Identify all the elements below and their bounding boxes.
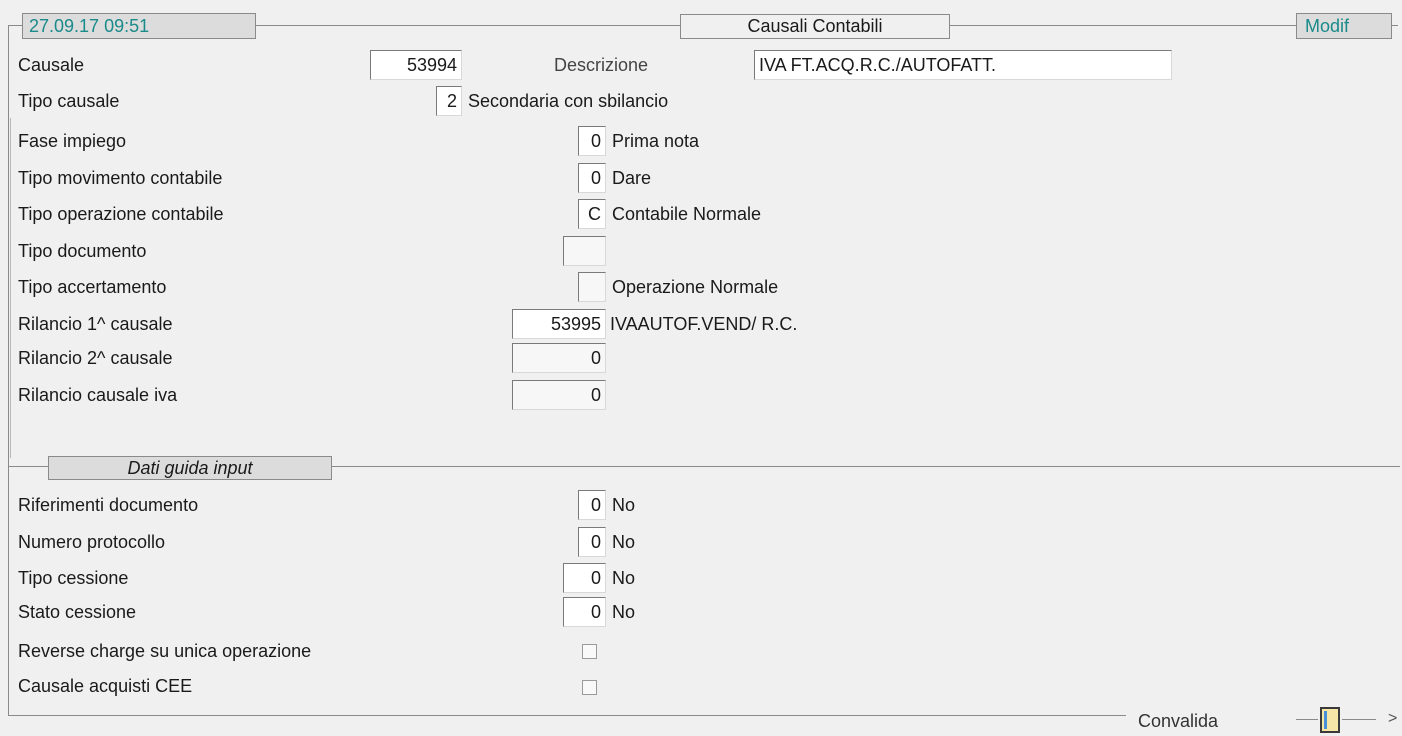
acquisti-cee-checkbox[interactable] xyxy=(582,680,597,695)
rilancio1-desc: IVAAUTOF.VEND/ R.C. xyxy=(610,314,798,334)
fase-impiego-desc: Prima nota xyxy=(612,131,700,151)
convalida-line-left xyxy=(1296,719,1318,720)
tipo-causale-field[interactable]: 2 xyxy=(436,86,462,116)
riferimenti-desc: No xyxy=(612,495,636,515)
fase-impiego-field[interactable]: 0 xyxy=(578,126,606,156)
causale-label: Causale xyxy=(18,55,85,75)
datetime-box: 27.09.17 09:51 xyxy=(22,13,256,39)
causale-field[interactable]: 53994 xyxy=(370,50,462,80)
window-title: Causali Contabili xyxy=(747,16,883,36)
protocollo-field[interactable]: 0 xyxy=(578,527,606,557)
section-dati-guida-title: Dati guida input xyxy=(48,456,332,480)
mode-box[interactable]: Modif xyxy=(1296,13,1392,39)
tipo-cessione-desc: No xyxy=(612,568,636,588)
stato-cessione-label: Stato cessione xyxy=(18,602,137,622)
protocollo-label: Numero protocollo xyxy=(18,532,166,552)
tipo-operazione-field[interactable]: C xyxy=(578,199,606,229)
rilancio-iva-label: Rilancio causale iva xyxy=(18,385,178,405)
rilancio2-field[interactable]: 0 xyxy=(512,343,606,373)
convalida-button-icon xyxy=(1324,711,1327,729)
tipo-cessione-label: Tipo cessione xyxy=(18,568,129,588)
tipo-accertamento-label: Tipo accertamento xyxy=(18,277,167,297)
frame-left-line xyxy=(8,25,9,715)
fase-impiego-label: Fase impiego xyxy=(18,131,127,151)
rilancio1-field[interactable]: 53995 xyxy=(512,309,606,339)
frame-bottom-line xyxy=(8,715,1126,716)
datetime-text: 27.09.17 09:51 xyxy=(29,16,150,36)
tipo-movimento-desc: Dare xyxy=(612,168,652,188)
tipo-cessione-field[interactable]: 0 xyxy=(563,563,606,593)
acquisti-cee-label: Causale acquisti CEE xyxy=(18,676,193,696)
tipo-documento-field[interactable] xyxy=(563,236,606,266)
tipo-documento-label: Tipo documento xyxy=(18,241,147,261)
tipo-causale-label: Tipo causale xyxy=(18,91,120,111)
left-accent-line xyxy=(10,118,11,458)
convalida-label: Convalida xyxy=(1138,711,1219,731)
riferimenti-field[interactable]: 0 xyxy=(578,490,606,520)
stato-cessione-desc: No xyxy=(612,602,636,622)
rilancio2-label: Rilancio 2^ causale xyxy=(18,348,173,368)
tipo-movimento-field[interactable]: 0 xyxy=(578,163,606,193)
section-dati-guida-text: Dati guida input xyxy=(127,458,253,478)
tipo-accertamento-field[interactable] xyxy=(578,272,606,302)
tipo-operazione-label: Tipo operazione contabile xyxy=(18,204,224,224)
tipo-accertamento-desc: Operazione Normale xyxy=(612,277,779,297)
tipo-movimento-label: Tipo movimento contabile xyxy=(18,168,223,188)
stato-cessione-field[interactable]: 0 xyxy=(563,597,606,627)
next-arrow[interactable]: > xyxy=(1388,704,1397,734)
convalida-button[interactable] xyxy=(1320,707,1340,733)
reverse-charge-checkbox[interactable] xyxy=(582,644,597,659)
tipo-operazione-desc: Contabile Normale xyxy=(612,204,762,224)
protocollo-desc: No xyxy=(612,532,636,552)
rilancio1-label: Rilancio 1^ causale xyxy=(18,314,173,334)
descrizione-label: Descrizione xyxy=(554,55,649,75)
descrizione-field[interactable]: IVA FT.ACQ.R.C./AUTOFATT. xyxy=(754,50,1172,80)
reverse-charge-label: Reverse charge su unica operazione xyxy=(18,641,312,661)
riferimenti-label: Riferimenti documento xyxy=(18,495,199,515)
tipo-causale-desc: Secondaria con sbilancio xyxy=(468,91,669,111)
convalida-line-right xyxy=(1342,719,1376,720)
mode-indicator: Modif xyxy=(1305,16,1350,36)
window-title-box: Causali Contabili xyxy=(680,14,950,39)
rilancio-iva-field[interactable]: 0 xyxy=(512,380,606,410)
